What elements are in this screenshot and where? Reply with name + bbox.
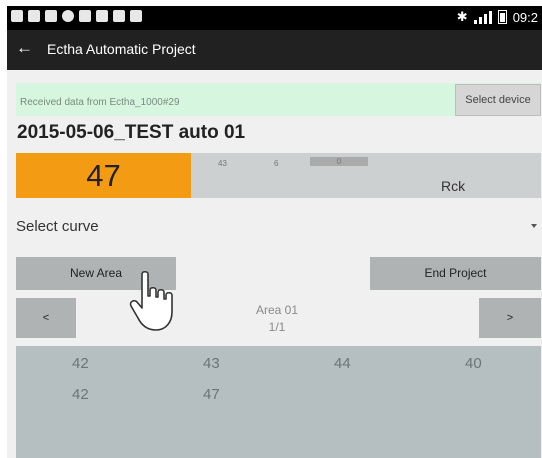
system-status: ✱ 09:2	[457, 9, 538, 25]
dropdown-arrow-icon	[531, 224, 537, 228]
select-device-button[interactable]: Select device	[455, 84, 541, 116]
previous-area-button[interactable]: <	[16, 298, 76, 338]
end-project-button[interactable]: End Project	[370, 257, 541, 290]
app-title: Ectha Automatic Project	[47, 41, 196, 57]
connection-message: Received data from Ectha_1000#29	[20, 97, 180, 108]
reading-cell: 42	[72, 355, 89, 372]
area-page: 1/1	[268, 320, 286, 334]
sync-icon	[62, 10, 74, 22]
battery-icon	[497, 10, 507, 24]
reading-panel: 47 43 6 0 Rck	[16, 153, 541, 198]
status-bar: ✱ 09:2	[7, 6, 542, 30]
area-name: Area 01	[255, 303, 299, 317]
signal-icon	[473, 10, 492, 24]
reading-stat: 0	[310, 157, 368, 166]
bluetooth-icon: ✱	[456, 9, 468, 24]
notification-icon	[11, 10, 23, 22]
unit-label: Rck	[441, 178, 466, 194]
back-arrow-icon[interactable]: ←	[16, 38, 33, 58]
next-area-button[interactable]: >	[479, 298, 541, 338]
bag-icon	[130, 10, 142, 22]
main-content: Received data from Ectha_1000#29 Select …	[7, 70, 542, 458]
current-reading: 47	[16, 153, 191, 198]
reading-cell: 43	[203, 355, 220, 372]
gallery-icon	[96, 10, 108, 22]
image-icon	[45, 10, 57, 22]
reading-cell: 40	[465, 355, 482, 372]
project-title: 2015-05-06_TEST auto 01	[17, 122, 246, 143]
reading-stat: 43	[218, 159, 227, 168]
reading-cell: 42	[72, 386, 89, 403]
notification-icons	[11, 10, 142, 22]
pointer-hand-icon	[129, 270, 173, 331]
reading-cell: 44	[334, 355, 351, 372]
gmail-icon	[79, 10, 91, 22]
area-indicator: Area 01 1/1	[207, 302, 347, 336]
reading-cell: 47	[203, 386, 220, 403]
curve-dropdown[interactable]: Select curve	[16, 213, 541, 239]
store-icon	[113, 10, 125, 22]
curve-dropdown-label: Select curve	[16, 218, 99, 235]
app-bar: ← Ectha Automatic Project	[7, 30, 542, 70]
readings-grid: 42 43 44 40 42 47	[16, 346, 541, 458]
mail-icon	[28, 10, 40, 22]
reading-stat: 6	[274, 159, 279, 168]
clock: 09:2	[512, 9, 538, 25]
